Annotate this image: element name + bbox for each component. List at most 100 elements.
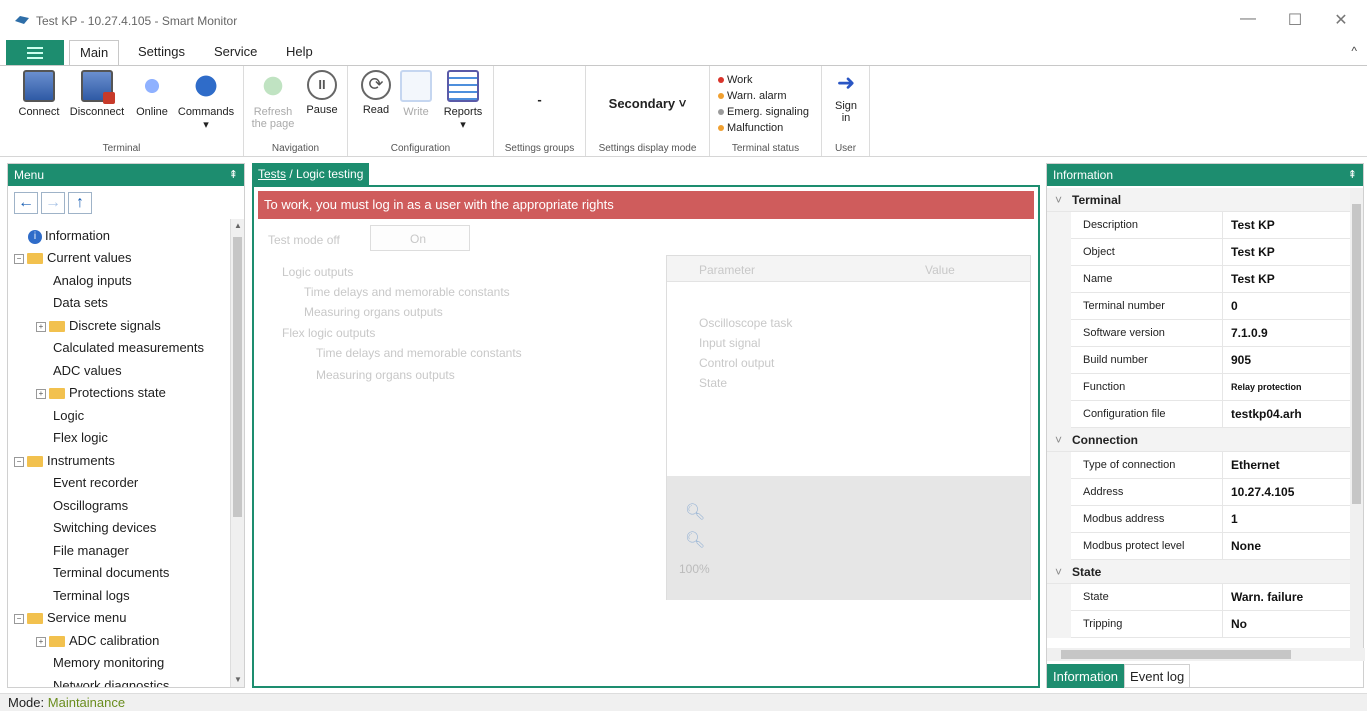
tree-item-flex-logic[interactable]: Flex logic xyxy=(53,427,108,449)
tree-item-information[interactable]: i Information xyxy=(28,225,110,247)
tree-item-switching-devices[interactable]: Switching devices xyxy=(53,517,156,539)
collapse-icon[interactable]: − xyxy=(14,456,24,467)
refresh-page-button[interactable]: Refresh the page xyxy=(250,70,296,130)
maximize-button[interactable]: ☐ xyxy=(1272,10,1318,30)
information-panel: Information ⇞ ˅ Terminal Description Test … xyxy=(1046,163,1365,688)
collapse-icon[interactable]: − xyxy=(14,253,24,264)
mode-value: Maintainance xyxy=(47,695,126,710)
category-terminal[interactable]: ˅ Terminal xyxy=(1047,188,1351,212)
prop-row[interactable]: Build number 905 xyxy=(1047,347,1351,374)
breadcrumb-link-tests[interactable]: Tests xyxy=(258,167,286,181)
tab-service[interactable]: Service xyxy=(214,44,257,59)
close-button[interactable]: ✕ xyxy=(1318,10,1364,30)
connect-button[interactable]: Connect xyxy=(14,70,64,118)
menu-scrollbar[interactable]: ▲ ▼ xyxy=(230,219,244,687)
write-button[interactable]: Write xyxy=(398,70,434,118)
folder-icon xyxy=(27,613,43,625)
category-state[interactable]: ˅ State xyxy=(1047,560,1351,584)
disconnect-button[interactable]: Disconnect xyxy=(65,70,129,118)
ribbon-group-configuration: Read Write Reports ▾ Configuration xyxy=(348,66,494,156)
expand-icon[interactable]: + xyxy=(36,388,46,399)
minimize-button[interactable]: — xyxy=(1225,10,1271,28)
tree-item-network-diagnostics[interactable]: Network diagnostics xyxy=(53,675,169,687)
tree-item-adc-values[interactable]: ADC values xyxy=(53,360,122,382)
tree-item-instruments[interactable]: − Instruments xyxy=(14,450,115,472)
prop-row[interactable]: Name Test KP xyxy=(1047,266,1351,293)
tree-item-current-values[interactable]: − Current values xyxy=(14,247,132,269)
prop-row[interactable]: Function Relay protection xyxy=(1047,374,1351,401)
folder-icon xyxy=(49,388,65,400)
tab-settings[interactable]: Settings xyxy=(138,44,185,59)
expand-icon[interactable]: + xyxy=(36,636,46,647)
sign-in-button[interactable]: ➜ Sign in xyxy=(828,70,864,124)
prop-row[interactable]: Configuration file testkp04.arh xyxy=(1047,401,1351,428)
back-button[interactable]: ← xyxy=(14,192,38,214)
prop-row[interactable]: Description Test KP xyxy=(1047,212,1351,239)
scroll-thumb[interactable] xyxy=(233,237,242,517)
tab-help[interactable]: Help xyxy=(286,44,313,59)
hamburger-menu-button[interactable] xyxy=(6,40,64,65)
scroll-thumb[interactable] xyxy=(1352,204,1361,504)
scroll-down-icon[interactable]: ▼ xyxy=(231,673,245,687)
sign-in-icon: ➜ xyxy=(836,70,856,95)
breadcrumb: Tests / Logic testing xyxy=(252,163,370,185)
tree-item-protections-state[interactable]: + Protections state xyxy=(36,382,166,404)
prop-row[interactable]: Address 10.27.4.105 xyxy=(1047,479,1351,506)
collapse-ribbon-button[interactable]: ^ xyxy=(1351,44,1357,58)
prop-row[interactable]: Software version 7.1.0.9 xyxy=(1047,320,1351,347)
reports-button[interactable]: Reports ▾ xyxy=(438,70,488,131)
status-emerg-signaling: Emerg. signaling xyxy=(718,104,809,120)
breadcrumb-current: Logic testing xyxy=(296,167,364,181)
scroll-thumb[interactable] xyxy=(1061,650,1291,659)
prop-row[interactable]: Tripping No xyxy=(1047,611,1351,638)
commands-button[interactable]: Commands ▾ xyxy=(174,70,238,131)
prop-row[interactable]: Type of connection Ethernet xyxy=(1047,452,1351,479)
prop-row[interactable]: Terminal number 0 xyxy=(1047,293,1351,320)
tree-item-memory-monitoring[interactable]: Memory monitoring xyxy=(53,652,164,674)
expand-icon[interactable]: + xyxy=(36,321,46,332)
tree-item-adc-calibration[interactable]: + ADC calibration xyxy=(36,630,159,652)
status-dot-icon xyxy=(718,109,724,116)
tree-item-terminal-logs[interactable]: Terminal logs xyxy=(53,585,130,607)
collapse-icon[interactable]: − xyxy=(14,613,24,624)
tab-event-log[interactable]: Event log xyxy=(1124,664,1191,688)
tree-item-oscillograms[interactable]: Oscillograms xyxy=(53,495,128,517)
tree-item-discrete-signals[interactable]: + Discrete signals xyxy=(36,315,161,337)
status-warn-alarm: Warn. alarm xyxy=(718,88,809,104)
forward-button[interactable]: → xyxy=(41,192,65,214)
tree-item-event-recorder[interactable]: Event recorder xyxy=(53,472,138,494)
settings-groups-dropdown[interactable]: - xyxy=(494,92,585,107)
tree-item-data-sets[interactable]: Data sets xyxy=(53,292,108,314)
display-mode-dropdown[interactable]: Secondary ˅ xyxy=(586,96,709,111)
prop-row[interactable]: Modbus address 1 xyxy=(1047,506,1351,533)
tab-main[interactable]: Main xyxy=(69,40,120,66)
status-dot-icon xyxy=(718,93,724,100)
read-button[interactable]: Read xyxy=(356,70,396,116)
online-button[interactable]: Online xyxy=(130,70,174,118)
tree-item-logic[interactable]: Logic xyxy=(53,405,84,427)
title-bar: Test KP - 10.27.4.105 - Smart Monitor — … xyxy=(0,0,1367,40)
tree-item-file-manager[interactable]: File manager xyxy=(53,540,129,562)
prop-row[interactable]: Modbus protect level None xyxy=(1047,533,1351,560)
tab-information[interactable]: Information xyxy=(1047,664,1125,688)
pause-button[interactable]: Pause xyxy=(302,70,342,116)
ribbon-group-user: ➜ Sign in User xyxy=(822,66,870,156)
hamburger-icon xyxy=(27,51,43,54)
menu-tree: i Information − Current values Analog inpu… xyxy=(8,219,230,687)
prop-row[interactable]: Object Test KP xyxy=(1047,239,1351,266)
chevron-down-icon: ˅ xyxy=(1055,193,1063,207)
info-horizontal-scrollbar[interactable] xyxy=(1047,648,1365,661)
pin-icon[interactable]: ⇞ xyxy=(1348,168,1357,181)
scroll-up-icon[interactable]: ▲ xyxy=(231,219,245,233)
pin-icon[interactable]: ⇞ xyxy=(229,168,238,181)
prop-row[interactable]: State Warn. failure xyxy=(1047,584,1351,611)
ribbon-group-terminal-status: Work Warn. alarm Emerg. signaling Malfun… xyxy=(710,66,822,156)
category-connection[interactable]: ˅ Connection xyxy=(1047,428,1351,452)
tree-item-terminal-documents[interactable]: Terminal documents xyxy=(53,562,169,584)
tree-item-analog-inputs[interactable]: Analog inputs xyxy=(53,270,132,292)
up-button[interactable]: ↑ xyxy=(68,192,92,214)
ghost-tree-item: Logic outputs xyxy=(282,265,354,279)
info-vertical-scrollbar[interactable] xyxy=(1350,188,1363,648)
tree-item-calculated-measurements[interactable]: Calculated measurements xyxy=(53,337,204,359)
tree-item-service-menu[interactable]: − Service menu xyxy=(14,607,126,629)
